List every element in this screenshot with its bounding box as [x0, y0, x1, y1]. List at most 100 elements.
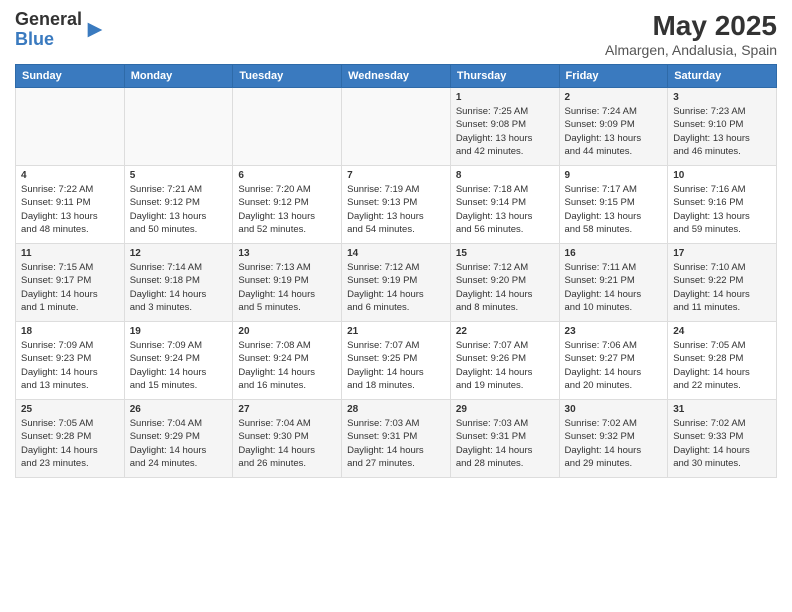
day-info: Sunrise: 7:02 AM Sunset: 9:33 PM Dayligh…	[673, 417, 771, 470]
day-info: Sunrise: 7:08 AM Sunset: 9:24 PM Dayligh…	[238, 339, 336, 392]
day-info: Sunrise: 7:15 AM Sunset: 9:17 PM Dayligh…	[21, 261, 119, 314]
calendar-cell: 6 Sunrise: 7:20 AM Sunset: 9:12 PM Daylig…	[233, 166, 342, 244]
day-number: 4	[21, 170, 119, 181]
calendar-title: May 2025	[605, 10, 777, 42]
calendar-cell: 27 Sunrise: 7:04 AM Sunset: 9:30 PM Dayli…	[233, 400, 342, 478]
day-info: Sunrise: 7:18 AM Sunset: 9:14 PM Dayligh…	[456, 183, 554, 236]
day-info: Sunrise: 7:02 AM Sunset: 9:32 PM Dayligh…	[565, 417, 663, 470]
day-info: Sunrise: 7:07 AM Sunset: 9:25 PM Dayligh…	[347, 339, 445, 392]
day-number: 11	[21, 248, 119, 259]
calendar-cell	[124, 88, 233, 166]
day-number: 30	[565, 404, 663, 415]
day-number: 17	[673, 248, 771, 259]
calendar-week-1: 1Sunrise: 7:25 AM Sunset: 9:08 PM Daylig…	[16, 88, 777, 166]
calendar-cell	[233, 88, 342, 166]
calendar-cell: 7Sunrise: 7:19 AM Sunset: 9:13 PM Daylig…	[342, 166, 451, 244]
day-info: Sunrise: 7:20 AM Sunset: 9:12 PM Dayligh…	[238, 183, 336, 236]
day-number: 1	[456, 92, 554, 103]
logo: General Blue	[15, 10, 106, 50]
title-block: May 2025 Almargen, Andalusia, Spain	[605, 10, 777, 58]
day-info: Sunrise: 7:17 AM Sunset: 9:15 PM Dayligh…	[565, 183, 663, 236]
logo-icon	[84, 19, 106, 41]
day-number: 24	[673, 326, 771, 337]
day-number: 23	[565, 326, 663, 337]
calendar-cell: 29 Sunrise: 7:03 AM Sunset: 9:31 PM Dayli…	[450, 400, 559, 478]
calendar-cell: 20 Sunrise: 7:08 AM Sunset: 9:24 PM Dayli…	[233, 322, 342, 400]
day-info: Sunrise: 7:07 AM Sunset: 9:26 PM Dayligh…	[456, 339, 554, 392]
day-number: 25	[21, 404, 119, 415]
calendar-cell: 13 Sunrise: 7:13 AM Sunset: 9:19 PM Dayli…	[233, 244, 342, 322]
logo-blue-text: Blue	[15, 29, 54, 49]
calendar-week-3: 11 Sunrise: 7:15 AM Sunset: 9:17 PM Dayli…	[16, 244, 777, 322]
day-number: 5	[130, 170, 228, 181]
day-header-thursday: Thursday	[450, 65, 559, 88]
day-header-monday: Monday	[124, 65, 233, 88]
calendar-cell: 8Sunrise: 7:18 AM Sunset: 9:14 PM Daylig…	[450, 166, 559, 244]
day-info: Sunrise: 7:14 AM Sunset: 9:18 PM Dayligh…	[130, 261, 228, 314]
calendar-cell: 18Sunrise: 7:09 AM Sunset: 9:23 PM Dayli…	[16, 322, 125, 400]
day-number: 29	[456, 404, 554, 415]
day-info: Sunrise: 7:13 AM Sunset: 9:19 PM Dayligh…	[238, 261, 336, 314]
calendar-cell: 26Sunrise: 7:04 AM Sunset: 9:29 PM Dayli…	[124, 400, 233, 478]
calendar-cell: 11 Sunrise: 7:15 AM Sunset: 9:17 PM Dayli…	[16, 244, 125, 322]
day-info: Sunrise: 7:09 AM Sunset: 9:23 PM Dayligh…	[21, 339, 119, 392]
day-info: Sunrise: 7:05 AM Sunset: 9:28 PM Dayligh…	[21, 417, 119, 470]
day-info: Sunrise: 7:10 AM Sunset: 9:22 PM Dayligh…	[673, 261, 771, 314]
day-header-wednesday: Wednesday	[342, 65, 451, 88]
day-number: 31	[673, 404, 771, 415]
day-number: 6	[238, 170, 336, 181]
day-number: 13	[238, 248, 336, 259]
calendar-cell: 3Sunrise: 7:23 AM Sunset: 9:10 PM Daylig…	[668, 88, 777, 166]
calendar-cell: 14 Sunrise: 7:12 AM Sunset: 9:19 PM Dayli…	[342, 244, 451, 322]
calendar-cell: 19 Sunrise: 7:09 AM Sunset: 9:24 PM Dayli…	[124, 322, 233, 400]
calendar-cell: 25 Sunrise: 7:05 AM Sunset: 9:28 PM Dayli…	[16, 400, 125, 478]
day-number: 28	[347, 404, 445, 415]
day-number: 19	[130, 326, 228, 337]
day-header-sunday: Sunday	[16, 65, 125, 88]
calendar-header-row: SundayMondayTuesdayWednesdayThursdayFrid…	[16, 65, 777, 88]
calendar-subtitle: Almargen, Andalusia, Spain	[605, 42, 777, 58]
day-number: 20	[238, 326, 336, 337]
day-info: Sunrise: 7:22 AM Sunset: 9:11 PM Dayligh…	[21, 183, 119, 236]
day-number: 27	[238, 404, 336, 415]
calendar-cell: 30 Sunrise: 7:02 AM Sunset: 9:32 PM Dayli…	[559, 400, 668, 478]
calendar-cell: 12 Sunrise: 7:14 AM Sunset: 9:18 PM Dayli…	[124, 244, 233, 322]
day-header-saturday: Saturday	[668, 65, 777, 88]
day-number: 15	[456, 248, 554, 259]
day-info: Sunrise: 7:16 AM Sunset: 9:16 PM Dayligh…	[673, 183, 771, 236]
calendar-cell: 28 Sunrise: 7:03 AM Sunset: 9:31 PM Dayli…	[342, 400, 451, 478]
day-info: Sunrise: 7:03 AM Sunset: 9:31 PM Dayligh…	[347, 417, 445, 470]
day-number: 14	[347, 248, 445, 259]
calendar-cell: 9 Sunrise: 7:17 AM Sunset: 9:15 PM Daylig…	[559, 166, 668, 244]
day-info: Sunrise: 7:23 AM Sunset: 9:10 PM Dayligh…	[673, 105, 771, 158]
day-info: Sunrise: 7:03 AM Sunset: 9:31 PM Dayligh…	[456, 417, 554, 470]
day-number: 10	[673, 170, 771, 181]
day-info: Sunrise: 7:09 AM Sunset: 9:24 PM Dayligh…	[130, 339, 228, 392]
day-info: Sunrise: 7:12 AM Sunset: 9:19 PM Dayligh…	[347, 261, 445, 314]
header: General Blue May 2025 Almargen, Andalusi…	[15, 10, 777, 58]
day-number: 9	[565, 170, 663, 181]
day-info: Sunrise: 7:12 AM Sunset: 9:20 PM Dayligh…	[456, 261, 554, 314]
day-number: 26	[130, 404, 228, 415]
logo-general-text: General	[15, 9, 82, 29]
calendar-cell: 2Sunrise: 7:24 AM Sunset: 9:09 PM Daylig…	[559, 88, 668, 166]
day-number: 12	[130, 248, 228, 259]
day-number: 7	[347, 170, 445, 181]
calendar-cell: 15 Sunrise: 7:12 AM Sunset: 9:20 PM Dayli…	[450, 244, 559, 322]
day-info: Sunrise: 7:11 AM Sunset: 9:21 PM Dayligh…	[565, 261, 663, 314]
calendar-week-2: 4 Sunrise: 7:22 AM Sunset: 9:11 PM Daylig…	[16, 166, 777, 244]
day-info: Sunrise: 7:04 AM Sunset: 9:30 PM Dayligh…	[238, 417, 336, 470]
calendar-cell: 21 Sunrise: 7:07 AM Sunset: 9:25 PM Dayli…	[342, 322, 451, 400]
calendar-table: SundayMondayTuesdayWednesdayThursdayFrid…	[15, 64, 777, 478]
day-info: Sunrise: 7:21 AM Sunset: 9:12 PM Dayligh…	[130, 183, 228, 236]
day-number: 22	[456, 326, 554, 337]
calendar-cell	[16, 88, 125, 166]
day-number: 2	[565, 92, 663, 103]
calendar-cell: 5 Sunrise: 7:21 AM Sunset: 9:12 PM Daylig…	[124, 166, 233, 244]
day-info: Sunrise: 7:06 AM Sunset: 9:27 PM Dayligh…	[565, 339, 663, 392]
day-header-tuesday: Tuesday	[233, 65, 342, 88]
day-number: 21	[347, 326, 445, 337]
calendar-cell: 1Sunrise: 7:25 AM Sunset: 9:08 PM Daylig…	[450, 88, 559, 166]
day-number: 16	[565, 248, 663, 259]
calendar-cell: 4 Sunrise: 7:22 AM Sunset: 9:11 PM Daylig…	[16, 166, 125, 244]
